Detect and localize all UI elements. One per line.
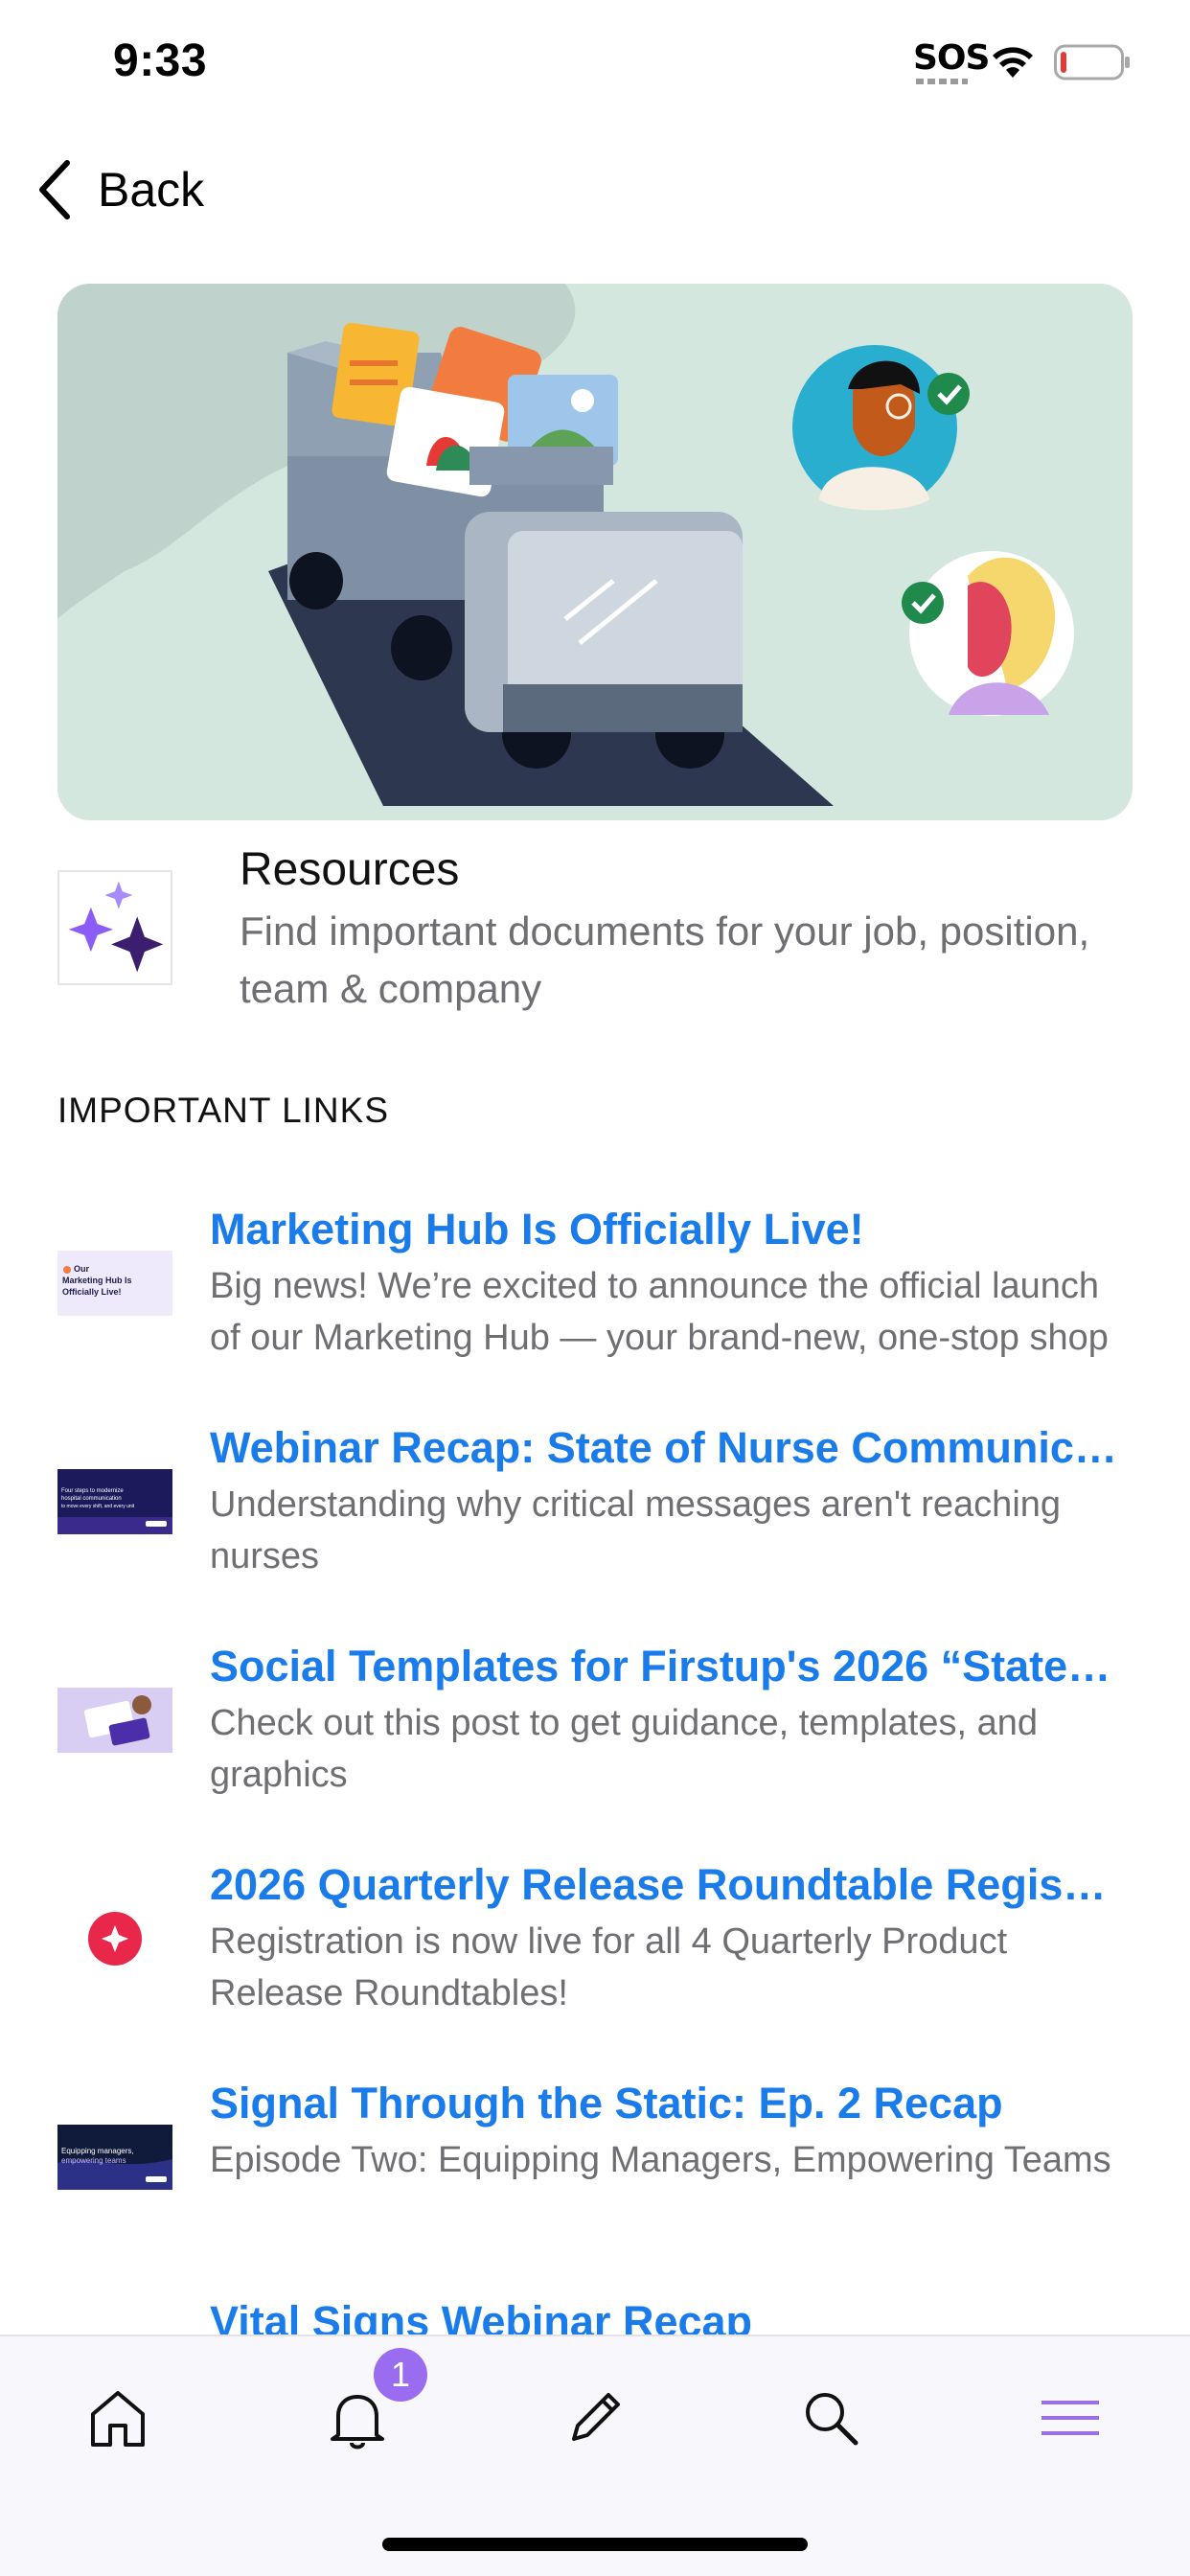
link-description: Episode Two: Equipping Managers, Empower… — [210, 2140, 1111, 2180]
link-title: Signal Through the Static: Ep. 2 Recap — [210, 2079, 1003, 2128]
list-item[interactable]: Our Marketing Hub Is Officially Live! Ma… — [0, 1193, 1190, 1404]
link-title: 2026 Quarterly Release Roundtable Regist… — [210, 1860, 1120, 1909]
list-item[interactable]: 2026 Quarterly Release Roundtable Regist… — [0, 1849, 1190, 2059]
status-time: 9:33 — [113, 35, 208, 86]
thumb-text: Marketing Hub Is — [62, 1276, 132, 1285]
link-thumbnail: Equipping managers, empowering teams — [57, 2125, 172, 2190]
link-thumbnail — [57, 1906, 172, 1971]
page-subtitle: Find important documents for your job, p… — [240, 908, 1090, 1011]
firstup-logo-icon — [88, 1912, 142, 1966]
pencil-icon — [572, 2393, 620, 2441]
thumb-text: Our — [74, 1264, 89, 1274]
tab-menu[interactable] — [1018, 2365, 1123, 2471]
thumb-text: empowering teams — [61, 2156, 126, 2165]
page-title: Resources — [240, 844, 460, 895]
tab-home[interactable] — [65, 2365, 171, 2471]
hamburger-menu-icon — [1041, 2401, 1099, 2435]
thumb-text: Equipping managers, — [61, 2147, 134, 2155]
link-thumbnail — [57, 1688, 172, 1753]
link-description: Big news! We’re excited to announce the … — [210, 1266, 1109, 1358]
list-item[interactable]: Equipping managers, empowering teams Sig… — [0, 2067, 1190, 2278]
link-description: Registration is now live for all 4 Quart… — [210, 1921, 1008, 2013]
battery-low-icon — [1054, 44, 1130, 80]
sparkles-icon — [57, 870, 172, 985]
link-title: Marketing Hub Is Officially Live! — [210, 1205, 864, 1254]
search-icon — [806, 2393, 858, 2446]
list-item[interactable]: Social Templates for Firstup's 2026 “Sta… — [0, 1630, 1190, 1841]
thumb-text: to move every shift, and every unit — [61, 1504, 135, 1509]
link-thumbnail: Our Marketing Hub Is Officially Live! — [57, 1251, 172, 1316]
notification-badge: 1 — [374, 2348, 427, 2402]
status-bar: 9:33 SOS — [0, 0, 1190, 125]
back-button[interactable]: Back — [34, 153, 204, 226]
link-thumbnail: Four steps to modernize hospital communi… — [57, 1469, 172, 1534]
chevron-left-icon — [39, 160, 70, 219]
wifi-icon — [993, 47, 1033, 78]
link-description: Check out this post to get guidance, tem… — [210, 1703, 1038, 1795]
home-icon — [91, 2391, 145, 2447]
section-label-important-links: IMPORTANT LINKS — [57, 1091, 390, 1130]
back-label: Back — [98, 163, 205, 217]
link-title: Webinar Recap: State of Nurse Communicat… — [210, 1423, 1120, 1472]
thumb-text: hospital communication — [61, 1496, 122, 1502]
link-title: Social Templates for Firstup's 2026 “Sta… — [210, 1642, 1120, 1690]
link-description: Understanding why critical messages aren… — [210, 1484, 1062, 1576]
home-indicator[interactable] — [382, 2538, 808, 2551]
hero-illustration — [57, 284, 1133, 820]
thumb-text: Officially Live! — [62, 1287, 122, 1297]
list-item[interactable]: Four steps to modernize hospital communi… — [0, 1412, 1190, 1622]
tab-compose[interactable] — [542, 2365, 648, 2471]
thumb-text: Four steps to modernize — [61, 1488, 124, 1494]
signal-dots-icon — [916, 79, 968, 84]
tab-search[interactable] — [778, 2365, 883, 2471]
sos-indicator: SOS — [913, 38, 990, 78]
